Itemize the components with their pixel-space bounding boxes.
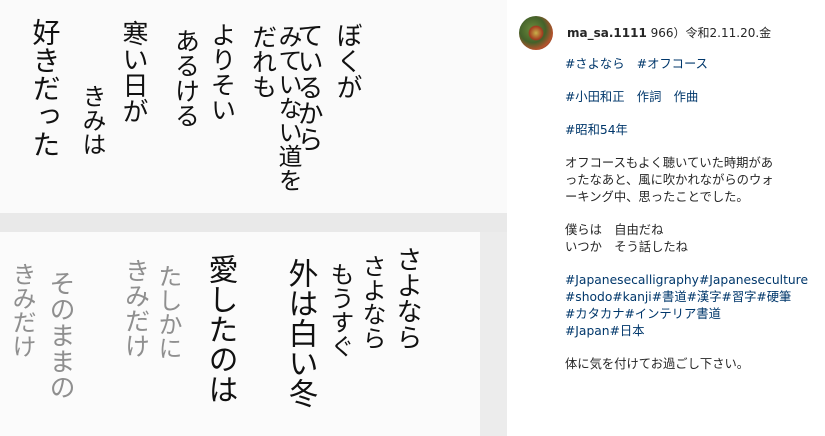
calligraphy-artwork: ぼくが ているから だれも みていない道を よりそい あるける 寒い日が きみは…	[8, 18, 422, 409]
calligraphy-column: みていない道を	[274, 24, 302, 192]
calligraphy-column: よりそい	[208, 22, 237, 122]
calligraphy-column: そのままの	[45, 270, 75, 400]
caption-text: ーキング中、思ったことでした。	[565, 190, 749, 204]
calligraphy-column: きみは	[78, 84, 106, 156]
calligraphy-column: たしかに	[154, 264, 182, 360]
calligraphy-column: きみだけ	[122, 258, 151, 358]
post-side-panel: ma_sa.1111 966）令和2.11.20.金 #さよなら #オフコース …	[507, 0, 825, 436]
calligraphy-column: あるける	[172, 28, 201, 128]
caption-text: 僕らは 自由だね	[565, 223, 664, 237]
caption-text: オフコースもよく聴いていた時期があ	[565, 156, 774, 170]
hashtag-link[interactable]: #昭和54年	[565, 123, 628, 137]
hashtag-link[interactable]: #さよなら #オフコース	[565, 57, 708, 71]
hashtag-link[interactable]: #shodo#kanji#書道#漢字#習字#硬筆	[565, 289, 817, 306]
calligraphy-column: さよなら	[358, 254, 386, 350]
avatar[interactable]	[519, 16, 553, 50]
post-title: 966）令和2.11.20.金	[646, 26, 772, 40]
calligraphy-column: ぼくが	[332, 22, 362, 100]
hashtag-link[interactable]: #カタカナ#インテリア書道	[565, 306, 817, 323]
hashtag-link[interactable]: #小田和正 作詞 作曲	[565, 90, 698, 104]
hashtag-link[interactable]: #Japan#日本	[565, 323, 817, 340]
calligraphy-column: さよなら	[392, 246, 422, 350]
caption-text: いつか そう話したね	[565, 240, 688, 254]
calligraphy-column: 好きだった	[29, 18, 62, 158]
calligraphy-column: きみだけ	[8, 262, 36, 358]
username-link[interactable]: ma_sa.1111	[567, 26, 647, 40]
calligraphy-column: もうすぐ	[326, 262, 354, 358]
calligraphy-column: 寒い日が	[118, 20, 148, 124]
caption-text: ったなあと、風に吹かれながらのウォ	[565, 173, 774, 187]
calligraphy-column: 愛したのは	[203, 254, 238, 404]
hashtag-link[interactable]: #Japanesecalligraphy#Japaneseculture	[565, 272, 817, 289]
caption-text: 体に気を付けてお過ごし下さい。	[565, 357, 750, 371]
post-image[interactable]: ぼくが ているから だれも みていない道を よりそい あるける 寒い日が きみは…	[0, 0, 507, 436]
post-header: ma_sa.1111 966）令和2.11.20.金	[519, 16, 819, 52]
post-header-text: ma_sa.1111 966）令和2.11.20.金	[567, 24, 771, 41]
post-caption: #さよなら #オフコース #小田和正 作詞 作曲 #昭和54年 オフコースもよく…	[565, 56, 817, 373]
calligraphy-column: 外は白い冬	[283, 258, 318, 408]
